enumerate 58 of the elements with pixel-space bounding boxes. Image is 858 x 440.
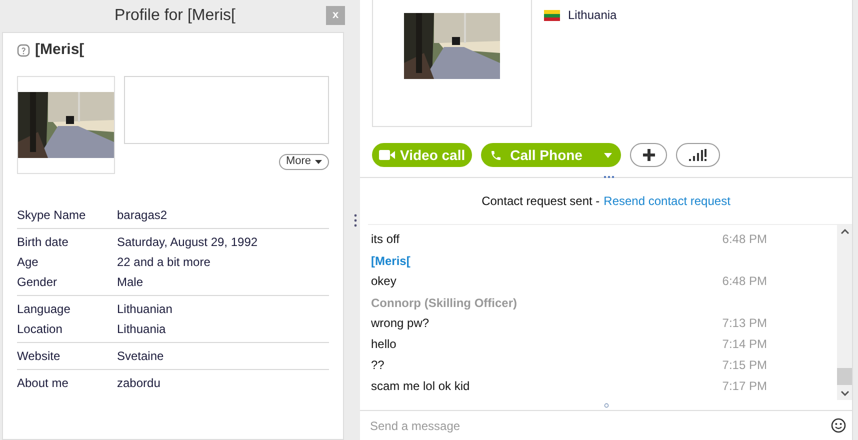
field-value: Male <box>117 274 144 290</box>
field-label: About me <box>17 374 70 392</box>
splitter-grip-icon[interactable] <box>354 214 356 226</box>
caret-icon <box>315 160 322 164</box>
sender-name: Connorp (Skilling Officer) <box>371 296 518 312</box>
country-text: Lithuania <box>568 7 617 24</box>
message-text: ?? <box>371 356 384 374</box>
message-text: wrong pw? <box>371 314 430 332</box>
field-value: baragas2 <box>117 206 168 224</box>
scroll-down-icon[interactable] <box>840 391 848 396</box>
field-label: Birth date <box>17 234 70 250</box>
field-value: zabordu <box>117 374 160 392</box>
video-call-button[interactable]: Video call <box>372 143 472 167</box>
field-label: Age <box>17 254 40 270</box>
field-value: Lithuania <box>117 320 166 338</box>
scrollbar[interactable] <box>837 225 852 400</box>
add-button[interactable] <box>630 143 668 167</box>
resize-handle-icon[interactable] <box>604 402 608 408</box>
scroll-up-icon[interactable] <box>840 229 848 234</box>
message-time: 7:17 PM <box>722 378 767 394</box>
panel-title: Profile for [Meris[ <box>114 6 236 26</box>
resend-request-link[interactable]: Resend contact request <box>604 192 730 210</box>
more-button[interactable]: More <box>278 154 329 170</box>
video-camera-icon <box>379 150 395 160</box>
field-value: Saturday, August 29, 1992 <box>117 234 258 250</box>
call-phone-button[interactable]: Call Phone <box>481 143 622 167</box>
field-label: Gender <box>17 274 58 290</box>
field-label: Website <box>17 348 62 364</box>
message-time: 7:15 PM <box>722 356 767 374</box>
field-value: Svetaine <box>117 348 164 364</box>
message-time: 6:48 PM <box>722 230 767 248</box>
contact-request-notice: Contact request sent - <box>482 193 600 210</box>
field-value: Lithuanian <box>117 300 172 318</box>
message-input[interactable]: Send a message <box>370 416 831 434</box>
close-button[interactable]: x <box>326 6 345 25</box>
message-text: hello <box>371 336 396 352</box>
message-time: 7:14 PM <box>722 336 767 352</box>
flag-icon <box>544 10 560 20</box>
message-text: its off <box>371 230 400 248</box>
field-label: Language <box>17 300 72 318</box>
scrollbar-thumb[interactable] <box>837 368 852 385</box>
phone-icon <box>490 148 502 162</box>
field-label: Location <box>17 320 64 338</box>
call-quality-button[interactable] <box>676 143 720 167</box>
signal-bars-icon <box>689 149 708 161</box>
message-text: scam me lol ok kid <box>371 378 470 394</box>
resize-grip-icon[interactable] <box>604 176 614 179</box>
message-text: okey <box>371 272 396 290</box>
unknown-status-icon <box>17 44 30 57</box>
message-time: 6:48 PM <box>722 272 767 290</box>
message-time: 7:13 PM <box>722 314 767 332</box>
field-value: 22 and a bit more <box>117 254 210 270</box>
sender-name: [Meris[ <box>371 254 412 270</box>
contact-name: [Meris[ <box>35 40 84 60</box>
field-label: Skype Name <box>17 206 87 224</box>
smiley-icon[interactable] <box>831 418 846 433</box>
caret-icon <box>604 152 612 158</box>
plus-icon <box>642 149 655 161</box>
